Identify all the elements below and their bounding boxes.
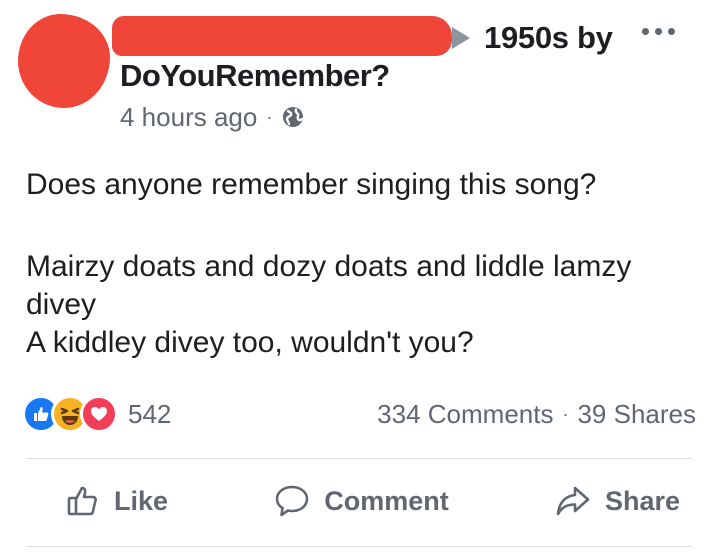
shares-count[interactable]: 39 Shares (577, 397, 696, 431)
divider (26, 458, 692, 459)
comment-button[interactable]: Comment (234, 484, 489, 518)
comment-bubble-icon (275, 485, 309, 517)
engagement-counts: 334 Comments · 39 Shares (377, 397, 696, 431)
like-label: Like (114, 485, 169, 516)
thumbs-up-icon (67, 486, 97, 516)
comments-count[interactable]: 334 Comments (377, 397, 553, 431)
share-label: Share (604, 485, 680, 516)
comment-label: Comment (324, 485, 449, 516)
more-options-icon[interactable] (642, 28, 675, 35)
post-body-line: Does anyone remember singing this song? (26, 168, 597, 201)
group-name-line2[interactable]: DoYouRemember? (120, 56, 390, 96)
post-actions: Like Comment Share (26, 466, 692, 536)
love-reaction-icon (80, 395, 118, 433)
share-button[interactable]: Share (515, 484, 692, 518)
reaction-summary[interactable]: 542 (22, 394, 171, 434)
meta-separator: · (266, 107, 273, 127)
shared-to-arrow-icon (452, 27, 470, 49)
counts-separator: · (562, 404, 569, 424)
redacted-author-name (112, 16, 452, 56)
divider (26, 546, 692, 547)
post-body: Does anyone remember singing this song? … (26, 166, 698, 362)
post-timestamp[interactable]: 4 hours ago (120, 101, 257, 133)
share-arrow-icon (556, 486, 590, 516)
like-button[interactable]: Like (26, 484, 208, 518)
post-body-line: Mairzy doats and dozy doats and liddle l… (26, 250, 632, 321)
group-name-line1[interactable]: 1950s by (484, 18, 613, 58)
reaction-count: 542 (128, 398, 172, 429)
post-meta: 4 hours ago · (120, 101, 305, 133)
redacted-avatar (18, 14, 110, 108)
globe-icon (283, 107, 304, 127)
post-body-line: A kiddley divey too, wouldn't you? (26, 326, 474, 359)
